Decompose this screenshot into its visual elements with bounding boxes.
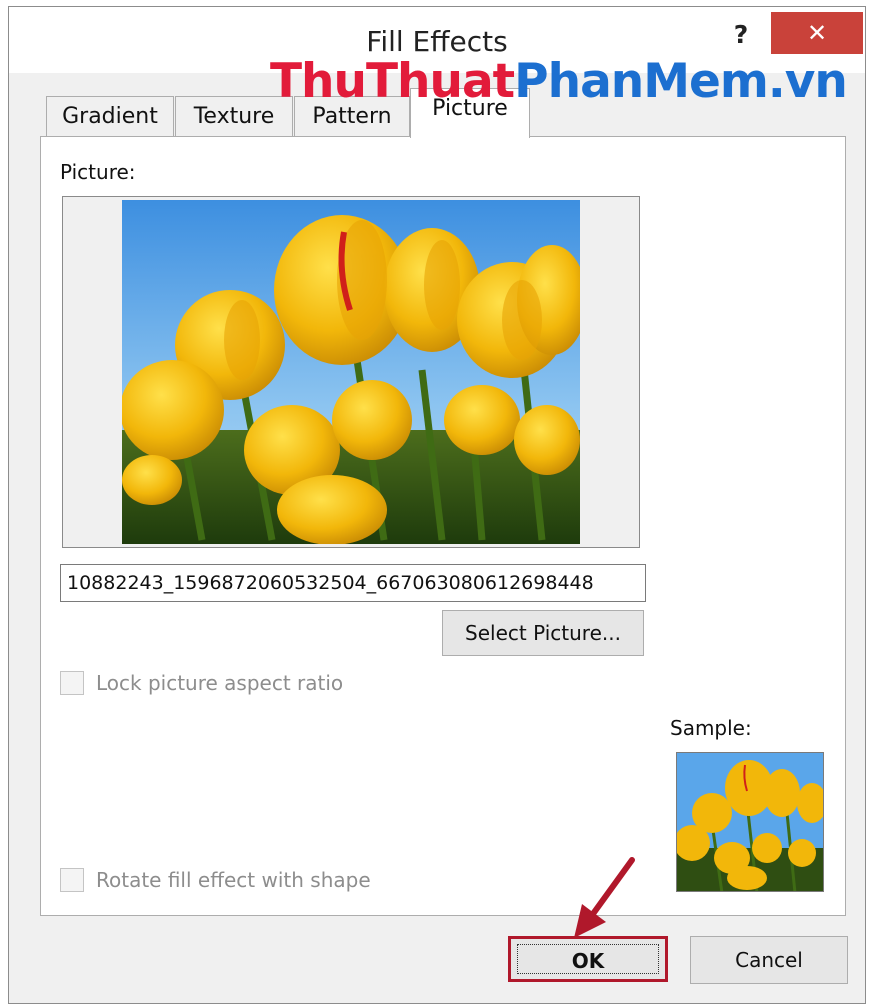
picture-preview-image bbox=[122, 200, 580, 544]
tulip-photo bbox=[122, 200, 580, 544]
annotation-arrow-icon bbox=[574, 857, 635, 938]
rotate-fill-checkbox[interactable] bbox=[60, 868, 84, 892]
rotate-fill-option: Rotate fill effect with shape bbox=[60, 866, 420, 896]
help-button[interactable]: ? bbox=[721, 17, 761, 53]
sample-preview bbox=[676, 752, 824, 892]
lock-aspect-option: Lock picture aspect ratio bbox=[60, 669, 400, 699]
sample-image bbox=[677, 753, 823, 891]
close-button[interactable]: ✕ bbox=[771, 12, 863, 54]
tab-gradient[interactable]: Gradient bbox=[46, 96, 174, 136]
ok-button[interactable]: OK bbox=[508, 936, 668, 982]
tab-gradient-label: Gradient bbox=[62, 104, 158, 129]
select-picture-button[interactable]: Select Picture... bbox=[442, 610, 644, 656]
watermark-logo: ThuThuatPhanMem.vn bbox=[270, 52, 848, 112]
rotate-fill-label: Rotate fill effect with shape bbox=[96, 868, 371, 892]
lock-aspect-checkbox[interactable] bbox=[60, 671, 84, 695]
watermark-part-2: PhanMem.vn bbox=[514, 54, 848, 109]
tab-texture-label: Texture bbox=[193, 104, 275, 129]
sample-label: Sample: bbox=[670, 716, 752, 740]
lock-aspect-label: Lock picture aspect ratio bbox=[96, 671, 344, 695]
cancel-button[interactable]: Cancel bbox=[690, 936, 848, 984]
picture-filename-field[interactable]: 10882243_1596872060532504_66706308061269… bbox=[60, 564, 646, 602]
watermark-part-1: ThuThuat bbox=[270, 54, 515, 109]
picture-label: Picture: bbox=[60, 160, 136, 184]
ok-button-label: OK bbox=[571, 949, 605, 973]
